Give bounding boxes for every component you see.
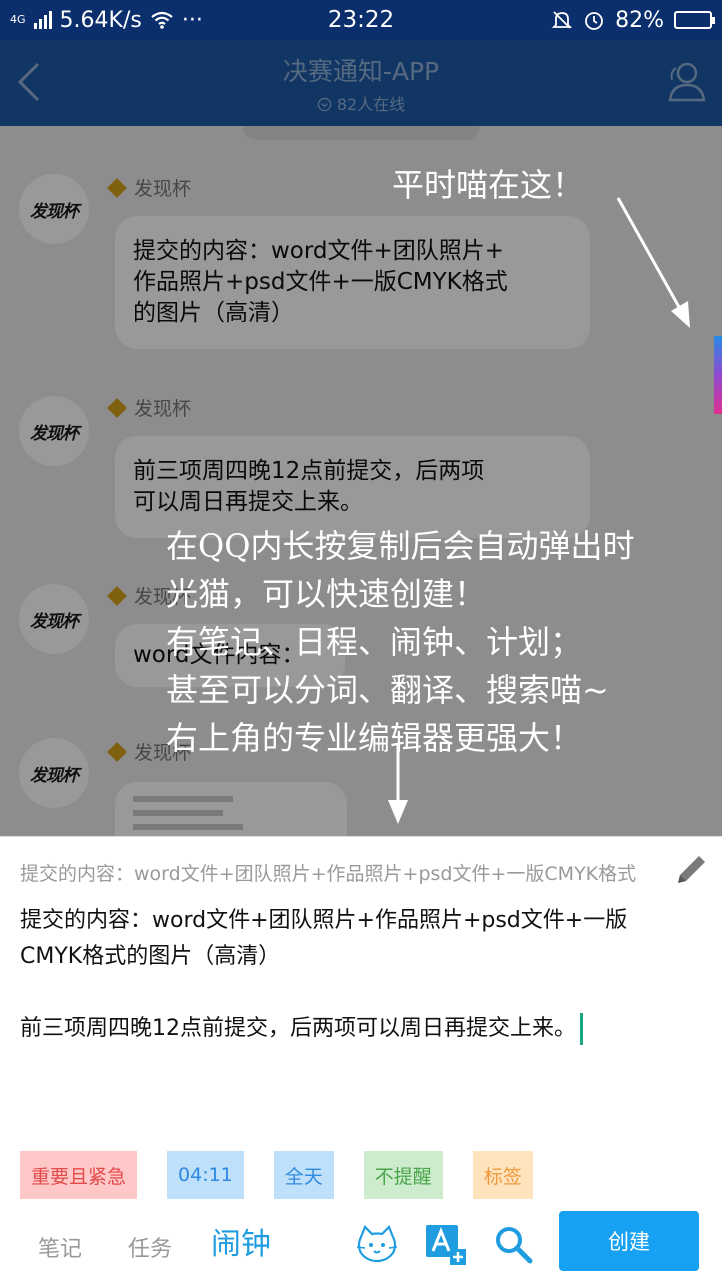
tab-note[interactable]: 笔记 xyxy=(38,1231,82,1263)
network-speed: 5.64K/s xyxy=(59,7,142,33)
label-tag[interactable]: 标签 xyxy=(472,1151,533,1199)
bottom-toolbar: 笔记 任务 闹钟 创建 xyxy=(0,1209,722,1279)
more-dots: ··· xyxy=(181,7,203,33)
floating-cat-tab[interactable] xyxy=(714,336,722,414)
pencil-icon[interactable] xyxy=(674,851,710,887)
battery-percent: 82% xyxy=(615,7,664,33)
hint-line: 右上角的专业编辑器更强大！ xyxy=(166,719,583,757)
text-cursor xyxy=(580,1013,583,1045)
content-line: 提交的内容：word文件+团队照片+作品照片+psd文件+一版 xyxy=(20,908,628,933)
quick-create-panel: 提交的内容：word文件+团队照片+作品照片+psd文件+一版CMYK格式 提交… xyxy=(0,836,722,1282)
mute-bell-icon xyxy=(551,11,573,29)
hint-line: 有笔记、日程、闹钟、计划； xyxy=(166,623,583,661)
hint-here: 平时喵在这！ xyxy=(392,166,585,204)
network-type: 4G xyxy=(10,13,26,26)
clock: 23:22 xyxy=(327,7,395,33)
hint-line: 在QQ内长按复制后会自动弹出时 xyxy=(166,527,635,565)
priority-tag[interactable]: 重要且紧急 xyxy=(20,1151,138,1199)
tab-task[interactable]: 任务 xyxy=(128,1231,172,1263)
create-button[interactable]: 创建 xyxy=(559,1211,699,1271)
content-line-with-cursor: 前三项周四晚12点前提交，后两项可以周日再提交上来。 xyxy=(20,1011,700,1047)
signal-icon xyxy=(33,11,52,29)
alarm-clock-icon xyxy=(585,12,603,30)
hint-line: 光猫，可以快速创建！ xyxy=(166,575,487,613)
status-bar: 4G 5.64K/s ··· 23:22 82% xyxy=(0,0,722,40)
reminder-tag[interactable]: 不提醒 xyxy=(363,1151,443,1199)
hint-line: 甚至可以分词、翻译、搜索喵~ xyxy=(166,671,609,709)
tab-alarm[interactable]: 闹钟 xyxy=(211,1219,271,1263)
wifi-icon xyxy=(151,11,173,29)
title-preview[interactable]: 提交的内容：word文件+团队照片+作品照片+psd文件+一版CMYK格式 xyxy=(20,859,662,886)
tag-row: 重要且紧急 04:11 全天 不提醒 标签 xyxy=(20,1151,533,1199)
content-editor[interactable]: 提交的内容：word文件+团队照片+作品照片+psd文件+一版 CMYK格式的图… xyxy=(20,903,700,1047)
translate-icon[interactable] xyxy=(424,1223,468,1267)
battery-icon xyxy=(674,11,715,29)
hint-description: 在QQ内长按复制后会自动弹出时 光猫，可以快速创建！ 有笔记、日程、闹钟、计划；… xyxy=(166,522,634,762)
time-tag[interactable]: 04:11 xyxy=(167,1151,244,1199)
cat-icon[interactable] xyxy=(355,1223,399,1267)
content-line: CMYK格式的图片（高清） xyxy=(20,944,281,969)
search-icon[interactable] xyxy=(492,1223,536,1267)
allday-tag[interactable]: 全天 xyxy=(273,1151,334,1199)
